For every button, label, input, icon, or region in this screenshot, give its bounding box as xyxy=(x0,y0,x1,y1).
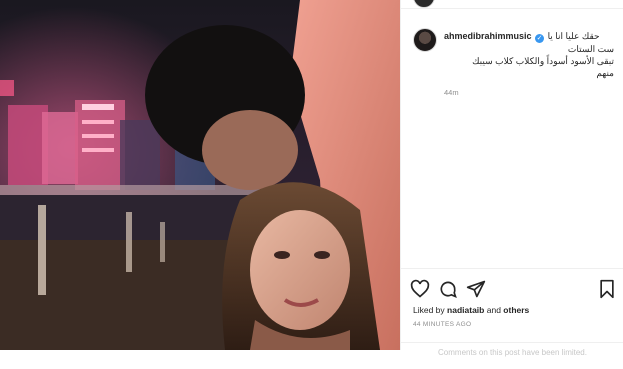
username-link[interactable]: ahmedibrahimmusic xyxy=(444,31,532,41)
heart-icon[interactable] xyxy=(410,279,430,299)
liked-by-others-link[interactable]: others xyxy=(503,305,529,315)
couple-night-photo xyxy=(0,0,400,350)
avatar[interactable] xyxy=(413,28,437,52)
liked-by-user-link[interactable]: nadiataib xyxy=(447,305,484,315)
bookmark-icon[interactable] xyxy=(597,279,617,299)
post-age[interactable]: 44 MINUTES AGO xyxy=(413,321,471,328)
comment-timestamp[interactable]: 44m xyxy=(444,88,459,97)
liked-by-joiner: and xyxy=(486,305,501,315)
send-icon[interactable] xyxy=(466,279,486,299)
caption-line-3: تبقى الأسود أسوداً والكلاب كلاب سيبك xyxy=(472,56,614,66)
post-side-panel: ahmedibrahimmusic ✓ حقك عليا انا يا ست ا… xyxy=(400,0,623,357)
liked-by-prefix: Liked by xyxy=(413,305,445,315)
caption-line-1: حقك عليا انا يا xyxy=(547,31,600,41)
post-actions: Liked by nadiataib and others 44 MINUTES… xyxy=(401,268,623,369)
header-avatar[interactable] xyxy=(413,0,435,8)
caption-line-4: منهم xyxy=(596,68,614,78)
caption-line-2: ست الستات xyxy=(567,44,614,54)
post-photo[interactable] xyxy=(0,0,400,350)
comment-icon[interactable] xyxy=(438,279,458,299)
caption-body: ahmedibrahimmusic ✓ حقك عليا انا يا ست ا… xyxy=(444,30,614,79)
instagram-post: ahmedibrahimmusic ✓ حقك عليا انا يا ست ا… xyxy=(0,0,623,357)
action-icons xyxy=(410,279,616,301)
post-header xyxy=(401,0,623,9)
verified-badge-icon: ✓ xyxy=(535,34,545,43)
liked-by: Liked by nadiataib and others xyxy=(413,305,529,315)
